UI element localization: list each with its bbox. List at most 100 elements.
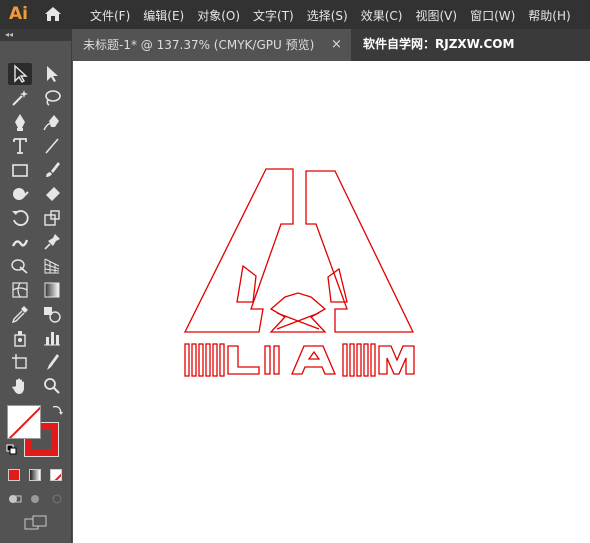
eyedropper-tool[interactable] (8, 303, 32, 325)
shaper-icon (13, 188, 29, 200)
eraser-icon (46, 187, 60, 201)
menu-object[interactable]: 对象(O) (197, 7, 240, 24)
barcode-right (342, 343, 376, 377)
column-graph-tool[interactable] (40, 327, 64, 349)
lasso-tool[interactable] (40, 87, 64, 109)
magic-wand-tool[interactable] (8, 87, 32, 109)
warp-tool[interactable] (8, 231, 32, 253)
shape-builder-tool[interactable] (8, 255, 32, 277)
pen-tool[interactable] (8, 111, 32, 133)
curvature-pen-icon (43, 115, 59, 131)
default-colors-icon[interactable] (6, 444, 18, 456)
zoom-magnifier-icon (44, 378, 60, 394)
line-segment-tool[interactable] (40, 135, 64, 157)
column-graph-icon (44, 332, 60, 346)
rectangle-tool[interactable] (8, 159, 32, 181)
perspective-grid-tool[interactable] (40, 255, 64, 277)
artboard-tool[interactable] (8, 351, 32, 373)
hand-icon (12, 378, 24, 394)
left-a-counter (236, 264, 257, 303)
document-tab-bar: 未标题-1* @ 137.37% (CMYK/GPU 预览) × 软件自学网：R… (73, 29, 590, 61)
none-icon (54, 473, 61, 480)
center-x-mark (269, 292, 327, 333)
puppet-warp-tool[interactable] (40, 231, 64, 253)
symbol-sprayer-tool[interactable] (8, 327, 32, 349)
mesh-icon (12, 282, 28, 298)
screen-mode-icon[interactable] (24, 515, 48, 531)
collapse-panel-button[interactable]: ◂◂ (0, 29, 72, 41)
pin-icon (44, 234, 60, 250)
perspective-grid-icon (44, 258, 60, 274)
draw-inside-icon[interactable] (50, 492, 64, 506)
gradient-tool[interactable] (40, 279, 64, 301)
rotate-tool[interactable] (8, 207, 32, 229)
menu-edit[interactable]: 编辑(E) (143, 7, 184, 24)
letter-l (227, 345, 260, 375)
close-tab-icon[interactable]: × (331, 29, 342, 61)
document-tab[interactable]: 未标题-1* @ 137.37% (CMYK/GPU 预览) (73, 29, 351, 61)
none-slash-icon (8, 406, 40, 438)
hand-tool[interactable] (8, 375, 32, 397)
document-tab-title: 未标题-1* @ 137.37% (CMYK/GPU 预览) (83, 38, 315, 52)
eyedropper-icon (11, 306, 28, 324)
warp-icon (11, 239, 29, 247)
center-x-diagonals (276, 312, 320, 330)
scale-tool[interactable] (40, 207, 64, 229)
type-tool[interactable] (8, 135, 32, 157)
app-logo: Ai (9, 4, 28, 24)
tools-panel: ◂◂ (0, 29, 72, 543)
none-mode-button[interactable] (50, 469, 62, 481)
letter-i-bar-2 (273, 345, 280, 375)
draw-normal-icon[interactable] (8, 492, 22, 506)
blend-icon (44, 307, 61, 323)
rectangle-icon (12, 164, 28, 177)
blend-tool[interactable] (40, 303, 64, 325)
scale-icon (44, 210, 60, 226)
barcode-left (184, 343, 225, 377)
slice-knife-icon (47, 354, 59, 370)
zoom-tool[interactable] (40, 375, 64, 397)
slice-tool[interactable] (40, 351, 64, 373)
watermark-text: 软件自学网：RJZXW.COM (363, 37, 515, 51)
paintbrush-icon (46, 162, 60, 177)
paintbrush-tool[interactable] (40, 159, 64, 181)
selection-arrow-icon (14, 64, 28, 83)
logo-artwork (183, 168, 415, 377)
direct-selection-tool[interactable] (40, 63, 64, 85)
right-a-counter (327, 267, 348, 303)
color-mode-button[interactable] (8, 469, 20, 481)
menu-view[interactable]: 视图(V) (415, 7, 457, 24)
gradient-mode-button[interactable] (29, 469, 41, 481)
eraser-tool[interactable] (40, 183, 64, 205)
artboard-icon (12, 354, 27, 369)
curvature-tool[interactable] (40, 111, 64, 133)
menu-file[interactable]: 文件(F) (90, 7, 130, 24)
menu-bar: Ai 文件(F) 编辑(E) 对象(O) 文字(T) 选择(S) 效果(C) 视… (0, 0, 590, 29)
draw-behind-icon[interactable] (29, 492, 43, 506)
mesh-tool[interactable] (8, 279, 32, 301)
menu-select[interactable]: 选择(S) (307, 7, 348, 24)
shape-builder-icon (11, 259, 28, 274)
type-icon (13, 138, 27, 154)
letter-i-bar-1 (264, 345, 271, 375)
menu-window[interactable]: 窗口(W) (470, 7, 515, 24)
left-a-outline (183, 168, 294, 333)
selection-tool[interactable] (8, 63, 32, 85)
swap-fill-stroke-icon[interactable] (50, 403, 64, 417)
magic-wand-icon (12, 90, 28, 106)
menu-items: 文件(F) 编辑(E) 对象(O) 文字(T) 选择(S) 效果(C) 视图(V… (90, 7, 584, 24)
menu-type[interactable]: 文字(T) (253, 7, 294, 24)
right-a-outline (305, 170, 415, 333)
letter-a (291, 345, 336, 375)
line-icon (45, 138, 59, 154)
letter-m (378, 345, 415, 375)
gradient-icon (44, 282, 60, 298)
shaper-tool[interactable] (8, 183, 32, 205)
artboard-canvas[interactable] (73, 61, 590, 543)
home-icon[interactable] (44, 6, 62, 22)
fill-swatch-front (7, 405, 41, 439)
direct-selection-icon (47, 66, 58, 82)
menu-effect[interactable]: 效果(C) (361, 7, 403, 24)
rotate-icon (12, 210, 29, 226)
menu-help[interactable]: 帮助(H) (528, 7, 570, 24)
